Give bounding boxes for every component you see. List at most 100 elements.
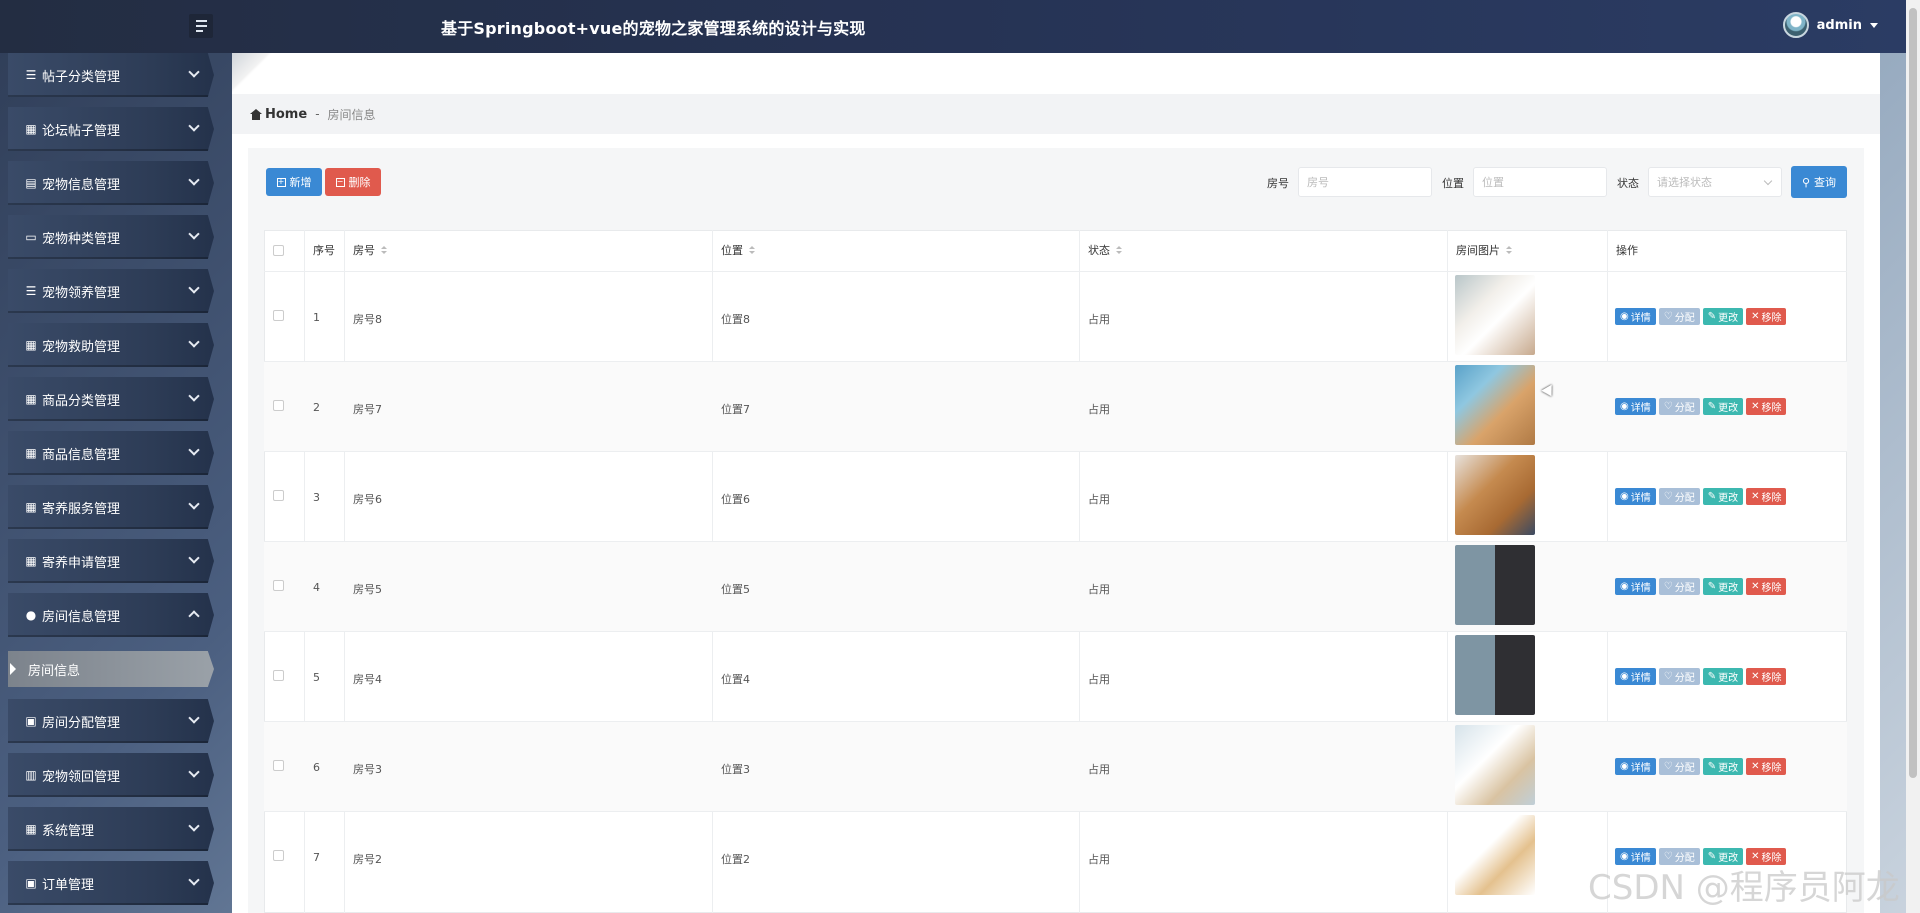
room-image[interactable] — [1455, 545, 1535, 625]
sort-icon[interactable] — [1506, 246, 1512, 254]
edit-button[interactable]: ✎ 更改 — [1702, 668, 1744, 685]
row-checkbox[interactable] — [273, 310, 284, 321]
user-icon: ● — [25, 608, 37, 622]
column-header-room[interactable]: 房号 — [353, 230, 387, 270]
sidebar-item-room-assign[interactable]: ▣ 房间分配管理 — [8, 699, 214, 743]
table-row — [264, 631, 1847, 721]
remove-button-label: 移除 — [1761, 673, 1782, 684]
row-actions: ◉ 详情 ♡ 分配 ✎ 更改 ✕ 移除 — [1615, 668, 1787, 685]
room-image[interactable] — [1455, 815, 1535, 895]
sort-icon[interactable] — [749, 246, 755, 254]
assign-button[interactable]: ♡ 分配 — [1658, 308, 1700, 325]
search-button-label: 查询 — [1814, 176, 1837, 189]
sidebar-item-boarding-service[interactable]: ▦ 寄养服务管理 — [8, 485, 214, 529]
remove-button[interactable]: ✕ 移除 — [1746, 488, 1787, 505]
detail-button[interactable]: ◉ 详情 — [1615, 398, 1656, 415]
breadcrumb-separator: - — [315, 107, 320, 121]
monitor-icon: ▭ — [25, 230, 37, 244]
row-checkbox[interactable] — [273, 760, 284, 771]
sort-icon[interactable] — [1116, 246, 1122, 254]
sidebar-item-goods-info[interactable]: ▦ 商品信息管理 — [8, 431, 214, 475]
delete-button[interactable]: − 删除 — [325, 168, 381, 196]
assign-button[interactable]: ♡ 分配 — [1658, 488, 1700, 505]
detail-button[interactable]: ◉ 详情 — [1615, 758, 1656, 775]
scrollbar-thumb[interactable] — [1909, 8, 1917, 778]
remove-button-label: 移除 — [1761, 493, 1782, 504]
chevron-down-icon — [188, 282, 200, 294]
remove-button[interactable]: ✕ 移除 — [1746, 668, 1787, 685]
row-checkbox[interactable] — [273, 670, 284, 681]
sidebar-item-room-info[interactable]: ● 房间信息管理 — [8, 593, 214, 637]
assign-button[interactable]: ♡ 分配 — [1658, 668, 1700, 685]
user-menu[interactable]: admin — [1782, 12, 1878, 38]
detail-button[interactable]: ◉ 详情 — [1615, 668, 1656, 685]
sidebar-item-pet-type[interactable]: ▭ 宠物种类管理 — [8, 215, 214, 259]
menu-toggle-icon[interactable] — [189, 14, 213, 38]
room-image[interactable] — [1455, 365, 1535, 445]
sidebar-item-orders[interactable]: ▣ 订单管理 — [8, 861, 214, 905]
assign-button[interactable]: ♡ 分配 — [1658, 578, 1700, 595]
detail-button[interactable]: ◉ 详情 — [1615, 488, 1656, 505]
chevron-down-icon — [188, 228, 200, 240]
location-search-input[interactable]: 位置 — [1473, 167, 1607, 197]
sidebar-subitem-room-info[interactable]: 房间信息 — [8, 651, 214, 687]
sidebar-item-label: 宠物信息管理 — [42, 177, 121, 193]
room-image[interactable] — [1455, 725, 1535, 805]
eye-icon: ◉ — [1620, 401, 1629, 412]
edit-icon: ✎ — [1707, 761, 1717, 772]
edit-button[interactable]: ✎ 更改 — [1702, 758, 1744, 775]
breadcrumb-current: 房间信息 — [327, 107, 376, 122]
detail-button[interactable]: ◉ 详情 — [1615, 308, 1656, 325]
row-checkbox[interactable] — [273, 400, 284, 411]
column-header-image[interactable]: 房间图片 — [1456, 230, 1512, 270]
remove-button[interactable]: ✕ 移除 — [1746, 308, 1787, 325]
select-all-checkbox[interactable] — [273, 245, 284, 256]
row-location: 位置5 — [721, 583, 750, 596]
remove-button[interactable]: ✕ 移除 — [1746, 758, 1787, 775]
add-button[interactable]: + 新增 — [266, 168, 322, 196]
table-row — [264, 451, 1847, 541]
sidebar-item-pet-info[interactable]: ▤ 宠物信息管理 — [8, 161, 214, 205]
detail-button[interactable]: ◉ 详情 — [1615, 578, 1656, 595]
room-image[interactable] — [1455, 455, 1535, 535]
row-checkbox[interactable] — [273, 580, 284, 591]
remove-button[interactable]: ✕ 移除 — [1746, 398, 1787, 415]
sort-icon[interactable] — [381, 246, 387, 254]
search-button[interactable]: ⚲ 查询 — [1791, 166, 1847, 198]
edit-button-label: 更改 — [1718, 493, 1739, 504]
eye-icon: ◉ — [1620, 671, 1629, 682]
remove-button[interactable]: ✕ 移除 — [1746, 578, 1787, 595]
sidebar-item-label: 宠物领养管理 — [42, 285, 121, 301]
assign-button[interactable]: ♡ 分配 — [1658, 758, 1700, 775]
column-header-status[interactable]: 状态 — [1088, 230, 1122, 270]
sidebar-item-pet-adopt[interactable]: ☰ 宠物领养管理 — [8, 269, 214, 313]
room-image[interactable] — [1455, 275, 1535, 355]
row-index: 4 — [313, 581, 320, 594]
sidebar: ☰ 帖子分类管理 ▦ 论坛帖子管理 ▤ 宠物信息管理 ▭ 宠物种类管理 ☰ 宠物… — [0, 53, 232, 913]
breadcrumb-home[interactable]: Home — [250, 107, 307, 122]
page-scrollbar[interactable] — [1906, 0, 1920, 913]
assign-button[interactable]: ♡ 分配 — [1658, 398, 1700, 415]
room-search-input[interactable]: 房号 — [1298, 167, 1432, 197]
sidebar-item-pet-return[interactable]: ▥ 宠物领回管理 — [8, 753, 214, 797]
row-checkbox[interactable] — [273, 850, 284, 861]
sidebar-item-system[interactable]: ▦ 系统管理 — [8, 807, 214, 851]
edit-button[interactable]: ✎ 更改 — [1702, 578, 1744, 595]
column-header-location[interactable]: 位置 — [721, 230, 755, 270]
edit-button[interactable]: ✎ 更改 — [1702, 308, 1744, 325]
row-index: 7 — [313, 851, 320, 864]
sidebar-item-label: 商品分类管理 — [42, 393, 121, 409]
sidebar-item-goods-category[interactable]: ▦ 商品分类管理 — [8, 377, 214, 421]
table-row — [264, 541, 1847, 631]
chevron-down-icon — [188, 874, 200, 886]
edit-button[interactable]: ✎ 更改 — [1702, 488, 1744, 505]
sidebar-item-label: 系统管理 — [42, 823, 95, 839]
sidebar-item-boarding-apply[interactable]: ▦ 寄养申请管理 — [8, 539, 214, 583]
status-select[interactable]: 请选择状态 — [1648, 167, 1782, 197]
edit-button[interactable]: ✎ 更改 — [1702, 398, 1744, 415]
sidebar-item-pet-rescue[interactable]: ▦ 宠物救助管理 — [8, 323, 214, 367]
room-image[interactable] — [1455, 635, 1535, 715]
row-checkbox[interactable] — [273, 490, 284, 501]
sidebar-item-forum-post[interactable]: ▦ 论坛帖子管理 — [8, 107, 214, 151]
sidebar-item-post-category[interactable]: ☰ 帖子分类管理 — [8, 53, 214, 97]
